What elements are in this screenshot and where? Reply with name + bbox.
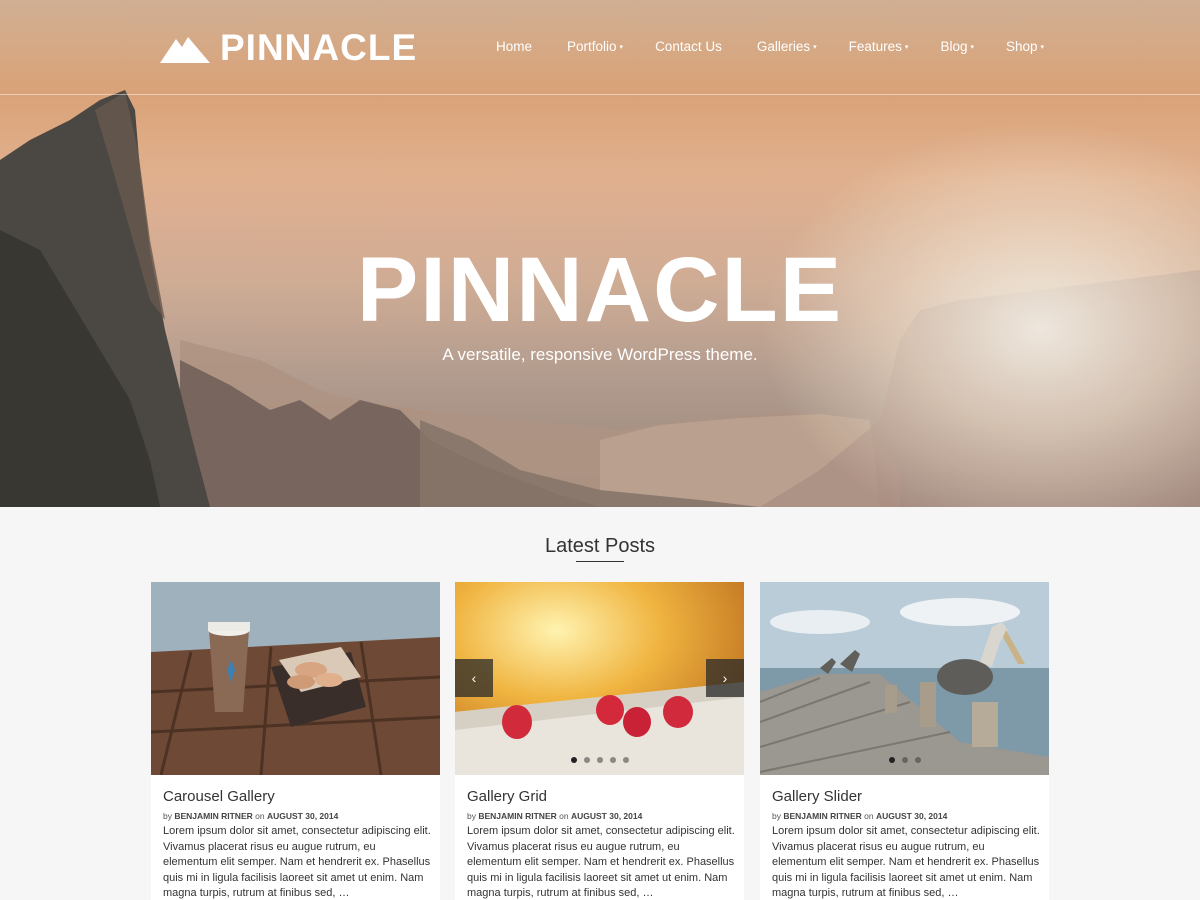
post-thumbnail[interactable]: [760, 582, 1049, 775]
meta-on: on: [255, 811, 265, 821]
site-header: PINNACLE Home Portfolio ▾ Contact Us Gall…: [0, 0, 1200, 95]
post-author[interactable]: BENJAMIN RITNER: [783, 811, 861, 821]
pelican-pier-image: [760, 582, 1049, 775]
main-nav: Home Portfolio ▾ Contact Us Galleries ▾ Fe…: [496, 38, 1076, 57]
caret-down-icon: ▾: [904, 44, 909, 51]
nav-label: Home: [496, 39, 533, 54]
slider-dot[interactable]: [901, 757, 908, 763]
post-thumbnail[interactable]: [151, 582, 440, 775]
post-excerpt: Lorem ipsum dolor sit amet, consectetur …: [163, 825, 431, 899]
post-title[interactable]: Gallery Slider: [772, 787, 862, 807]
post-meta: by BENJAMIN RITNER on AUGUST 30, 2014: [163, 810, 338, 822]
slider-dot[interactable]: [583, 757, 590, 763]
site-logo[interactable]: PINNACLE: [160, 28, 417, 68]
post-title[interactable]: Gallery Grid: [467, 787, 547, 807]
caret-down-icon: ▾: [970, 44, 974, 51]
latest-posts-heading: Latest Posts: [544, 535, 656, 557]
post-author[interactable]: BENJAMIN RITNER: [174, 811, 252, 821]
heading-divider: [576, 561, 624, 562]
post-date: AUGUST 30, 2014: [266, 811, 339, 821]
post-thumbnail[interactable]: ‹ ›: [455, 582, 744, 775]
hero-title: PINNACLE: [356, 239, 844, 341]
hero-banner: PINNACLE Home Portfolio ▾ Contact Us Gall…: [0, 0, 1200, 507]
post-card-carousel-gallery: Carousel Gallery by BENJAMIN RITNER on A…: [151, 582, 440, 900]
post-date: AUGUST 30, 2014: [570, 811, 643, 821]
post-excerpt: Lorem ipsum dolor sit amet, consectetur …: [467, 825, 735, 899]
nav-label: Blog: [940, 39, 968, 54]
meta-by: by: [163, 811, 172, 821]
post-title[interactable]: Carousel Gallery: [163, 787, 275, 807]
coffee-cookies-image: [151, 582, 440, 775]
slider-dots: [455, 757, 744, 763]
nav-item-home[interactable]: Home: [496, 38, 535, 57]
post-meta: by BENJAMIN RITNER on AUGUST 30, 2014: [772, 810, 947, 822]
meta-by: by: [467, 811, 476, 821]
nav-label: Contact Us: [655, 39, 722, 54]
slider-dot[interactable]: [570, 757, 577, 763]
caret-down-icon: ▾: [813, 44, 817, 51]
slider-dot[interactable]: [609, 757, 616, 763]
slider-dot[interactable]: [914, 757, 921, 763]
slider-dot[interactable]: [596, 757, 603, 763]
nav-item-features[interactable]: Features ▾: [849, 38, 909, 57]
slider-next-button[interactable]: ›: [706, 659, 744, 697]
nav-item-contact-us[interactable]: Contact Us: [655, 38, 725, 57]
logo-text: PINNACLE: [220, 27, 418, 68]
hero-tagline: A versatile, responsive WordPress theme.: [442, 345, 758, 364]
mountain-logo-icon: [160, 37, 210, 63]
nav-item-galleries[interactable]: Galleries ▾: [757, 38, 817, 57]
nav-item-portfolio[interactable]: Portfolio ▾: [567, 38, 623, 57]
slider-dots: [760, 757, 1049, 763]
raspberries-image: [455, 582, 744, 775]
slider-dot[interactable]: [622, 757, 629, 763]
meta-on: on: [559, 811, 569, 821]
post-card-gallery-grid: ‹ › Gallery Grid by BENJAMIN RITNER on A…: [455, 582, 744, 900]
meta-on: on: [864, 811, 874, 821]
slider-dot[interactable]: [888, 757, 895, 763]
nav-item-shop[interactable]: Shop ▾: [1006, 38, 1044, 57]
post-author[interactable]: BENJAMIN RITNER: [478, 811, 556, 821]
nav-label: Portfolio: [567, 39, 617, 54]
nav-label: Galleries: [756, 39, 811, 54]
nav-item-blog[interactable]: Blog ▾: [940, 38, 974, 57]
nav-label: Features: [848, 39, 902, 54]
post-card-gallery-slider: Gallery Slider by BENJAMIN RITNER on AUG…: [760, 582, 1049, 900]
caret-down-icon: ▾: [1040, 44, 1045, 51]
post-meta: by BENJAMIN RITNER on AUGUST 30, 2014: [467, 810, 642, 822]
nav-label: Shop: [1005, 39, 1038, 54]
post-excerpt: Lorem ipsum dolor sit amet, consectetur …: [772, 825, 1040, 899]
caret-down-icon: ▾: [619, 44, 624, 51]
slider-prev-button[interactable]: ‹: [455, 659, 493, 697]
post-date: AUGUST 30, 2014: [875, 811, 948, 821]
meta-by: by: [772, 811, 781, 821]
